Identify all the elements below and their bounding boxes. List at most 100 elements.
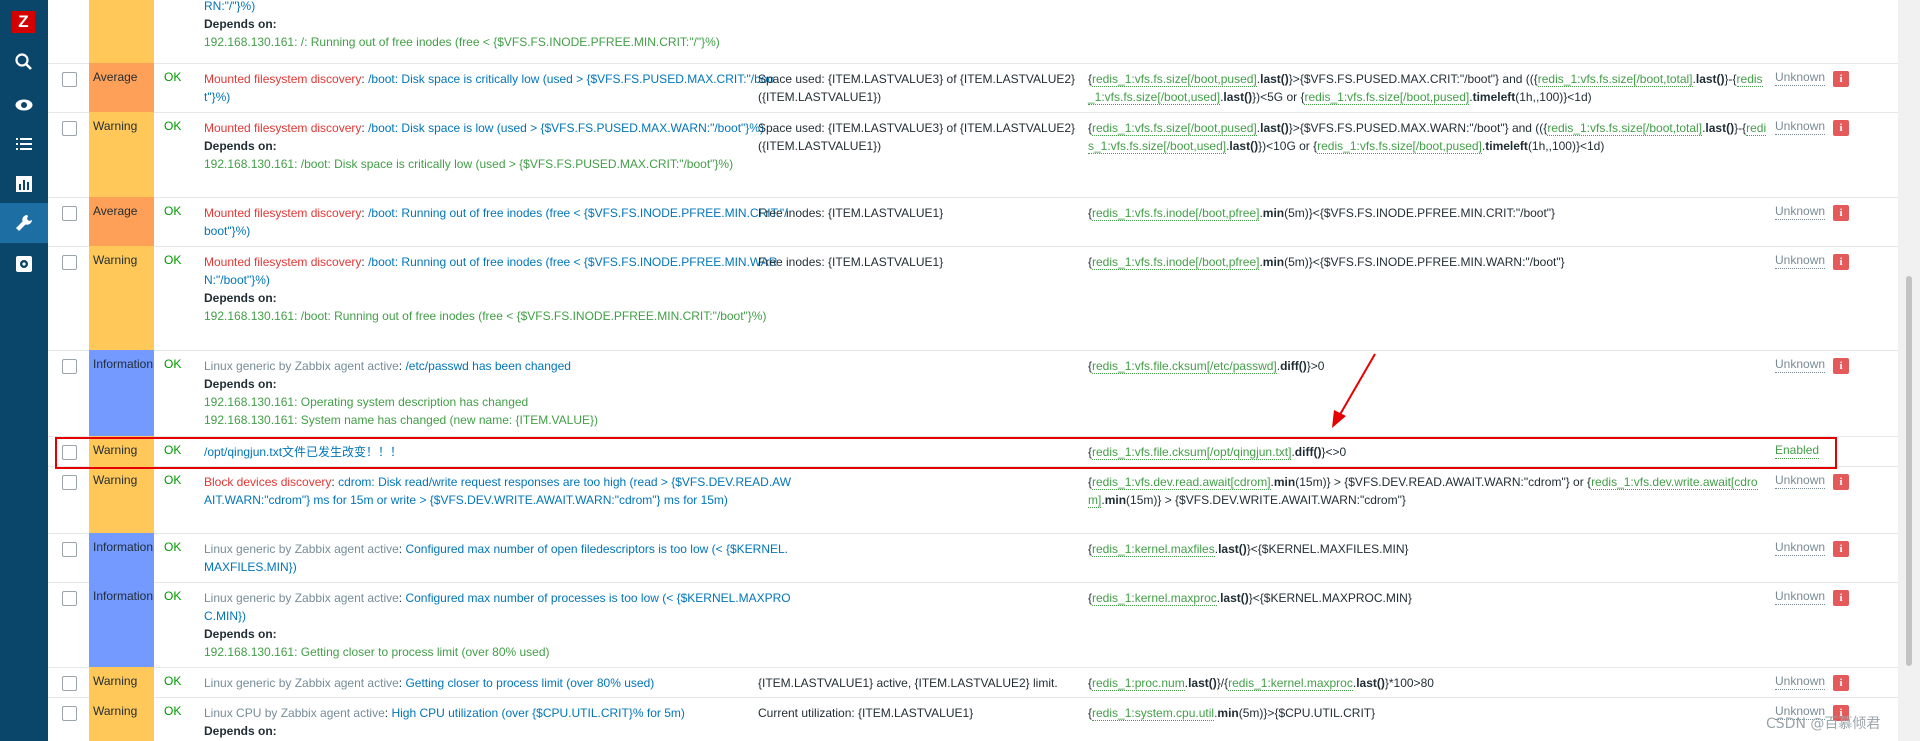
item-link[interactable]: redis_1:vfs.fs.size[/boot,pused]	[1092, 72, 1257, 87]
template-link[interactable]: Linux generic by Zabbix agent active	[204, 591, 399, 605]
function-name: last()	[1229, 139, 1259, 153]
info-icon[interactable]: i	[1833, 474, 1849, 490]
item-link[interactable]: redis_1:system.cpu.util	[1092, 706, 1215, 721]
template-link[interactable]: Linux generic by Zabbix agent active	[204, 359, 399, 373]
item-link[interactable]: redis_1:vfs.fs.size[/boot,total]	[1547, 121, 1703, 136]
trigger-status[interactable]: Unknown	[1775, 473, 1826, 489]
trigger-status[interactable]: Unknown	[1775, 70, 1826, 86]
function-name: timeleft	[1472, 90, 1516, 104]
function-name: last()	[1220, 591, 1249, 605]
row-checkbox[interactable]	[62, 676, 77, 691]
row-checkbox[interactable]	[62, 72, 77, 87]
item-link[interactable]: redis_1:vfs.file.cksum[/etc/passwd]	[1092, 359, 1277, 374]
template-link[interactable]: Mounted filesystem discovery	[204, 255, 361, 269]
trigger-status[interactable]: Unknown	[1775, 357, 1826, 373]
trigger-status[interactable]: Unknown	[1775, 540, 1826, 556]
chart-icon[interactable]	[0, 164, 48, 204]
template-link[interactable]: Mounted filesystem discovery	[204, 206, 361, 220]
template-link[interactable]: Linux generic by Zabbix agent active	[204, 542, 399, 556]
status-ok: OK	[164, 704, 182, 718]
trigger-status[interactable]: Unknown	[1775, 674, 1826, 690]
depends-label: Depends on:	[204, 724, 277, 738]
info-icon[interactable]: i	[1833, 205, 1849, 221]
item-link[interactable]: redis_1:vfs.dev.read.await[cdrom]	[1092, 475, 1271, 490]
function-name: last()	[1260, 121, 1289, 135]
trigger-status[interactable]: Enabled	[1775, 443, 1820, 459]
trigger-name-link[interactable]: High CPU utilization (over {$CPU.UTIL.CR…	[391, 706, 684, 720]
table-row: Warning OK/opt/qingjun.txt文件已发生改变！！！ {redi…	[48, 436, 1898, 467]
trigger-name-link[interactable]: /boot: Disk space is low (used > {$VFS.F…	[368, 121, 764, 135]
depends-link[interactable]: 192.168.130.161: Getting closer to proce…	[204, 645, 550, 659]
red-arrow-icon	[1332, 353, 1376, 428]
search-icon[interactable]	[0, 42, 48, 82]
row-checkbox[interactable]	[62, 255, 77, 270]
depends-label: Depends on:	[204, 377, 277, 391]
template-link[interactable]: Mounted filesystem discovery	[204, 121, 361, 135]
scrollbar[interactable]	[1898, 0, 1920, 741]
row-checkbox[interactable]	[62, 206, 77, 221]
info-icon[interactable]: i	[1833, 254, 1849, 270]
row-checkbox[interactable]	[62, 445, 77, 460]
row-checkbox[interactable]	[62, 591, 77, 606]
row-checkbox[interactable]	[62, 121, 77, 136]
item-link[interactable]: redis_1:proc.num	[1092, 676, 1185, 691]
row-checkbox[interactable]	[62, 706, 77, 721]
scroll-thumb[interactable]	[1906, 276, 1912, 666]
trigger-name-link[interactable]: /opt/qingjun.txt文件已发生改变！！！	[204, 445, 402, 459]
status-ok: OK	[164, 443, 182, 457]
trigger-status[interactable]: Unknown	[1775, 253, 1826, 269]
gear-icon[interactable]	[0, 244, 48, 284]
trigger-status[interactable]: Unknown	[1775, 589, 1826, 605]
trigger-name: Linux generic by Zabbix agent active: /e…	[204, 359, 599, 427]
severity-badge: Information	[89, 350, 154, 436]
item-link[interactable]: redis_1:kernel.maxproc	[1228, 676, 1353, 691]
info-icon[interactable]: i	[1833, 541, 1849, 557]
depends-link[interactable]: 192.168.130.161: Operating system descri…	[204, 395, 528, 409]
template-link[interactable]: Linux generic by Zabbix agent active	[204, 676, 399, 690]
info-icon[interactable]: i	[1833, 71, 1849, 87]
severity-badge: Warning	[89, 466, 154, 533]
item-link[interactable]: redis_1:vfs.fs.size[/boot,pused]	[1092, 121, 1257, 136]
trigger-status[interactable]: Unknown	[1775, 119, 1826, 135]
trigger-status[interactable]: Unknown	[1775, 204, 1826, 220]
depends-link[interactable]: 192.168.130.161: System name has changed…	[204, 413, 598, 427]
row-checkbox[interactable]	[62, 475, 77, 490]
info-icon[interactable]: i	[1833, 675, 1849, 691]
table-row: Information OK Linux generic by Zabbix age…	[48, 350, 1898, 437]
depends-link[interactable]: 192.168.130.161: /boot: Running out of f…	[204, 309, 766, 323]
severity-badge	[89, 0, 154, 63]
item-link[interactable]: redis_1:vfs.fs.inode[/boot,pfree]	[1092, 206, 1260, 221]
row-checkbox[interactable]	[62, 359, 77, 374]
eye-icon[interactable]	[0, 85, 48, 125]
list-icon[interactable]	[0, 124, 48, 164]
template-link[interactable]: Block devices discovery	[204, 475, 331, 489]
depends-link[interactable]: 192.168.130.161: /boot: Disk space is cr…	[204, 157, 733, 171]
item-link[interactable]: redis_1:vfs.fs.size[/boot,total]	[1537, 72, 1693, 87]
item-link[interactable]: redis_1:vfs.file.cksum[/opt/qingjun.txt]	[1092, 445, 1292, 460]
function-name: last()	[1705, 121, 1735, 135]
item-link[interactable]: redis_1:kernel.maxfiles	[1092, 542, 1215, 557]
trigger-name: Linux generic by Zabbix agent active: Ge…	[204, 676, 655, 690]
info-icon[interactable]: i	[1833, 358, 1849, 374]
item-link[interactable]: redis_1:vfs.fs.size[/boot,pused]	[1304, 90, 1470, 105]
template-link[interactable]: Mounted filesystem discovery	[204, 72, 361, 86]
trigger-name-link[interactable]: RN:"/"}%)	[204, 0, 255, 13]
item-link[interactable]: redis_1:kernel.maxproc	[1092, 591, 1217, 606]
info-icon[interactable]: i	[1833, 590, 1849, 606]
trigger-name-link[interactable]: Getting closer to process limit (over 80…	[405, 676, 654, 690]
function-name: last()	[1218, 542, 1247, 556]
depends-link[interactable]: 192.168.130.161: /: Running out of free …	[204, 35, 720, 49]
template-link[interactable]: Linux CPU by Zabbix agent active	[204, 706, 385, 720]
item-link[interactable]: redis_1:vfs.fs.size[/boot,pused]	[1317, 139, 1482, 154]
trigger-name: Linux generic by Zabbix agent active: Co…	[204, 591, 791, 659]
zabbix-logo[interactable]: Z	[12, 11, 35, 33]
trigger-expression: {redis_1:vfs.file.cksum[/etc/passwd].dif…	[1088, 359, 1325, 374]
item-link[interactable]: redis_1:vfs.fs.inode[/boot,pfree]	[1092, 255, 1260, 270]
info-icon[interactable]: i	[1833, 120, 1849, 136]
row-checkbox[interactable]	[62, 542, 77, 557]
function-name: last()	[1695, 72, 1725, 86]
wrench-icon[interactable]	[0, 203, 48, 243]
trigger-name: Linux CPU by Zabbix agent active: High C…	[204, 706, 685, 738]
trigger-name: Block devices discovery: cdrom: Disk rea…	[204, 475, 792, 507]
trigger-name-link[interactable]: /etc/passwd has been changed	[405, 359, 570, 373]
